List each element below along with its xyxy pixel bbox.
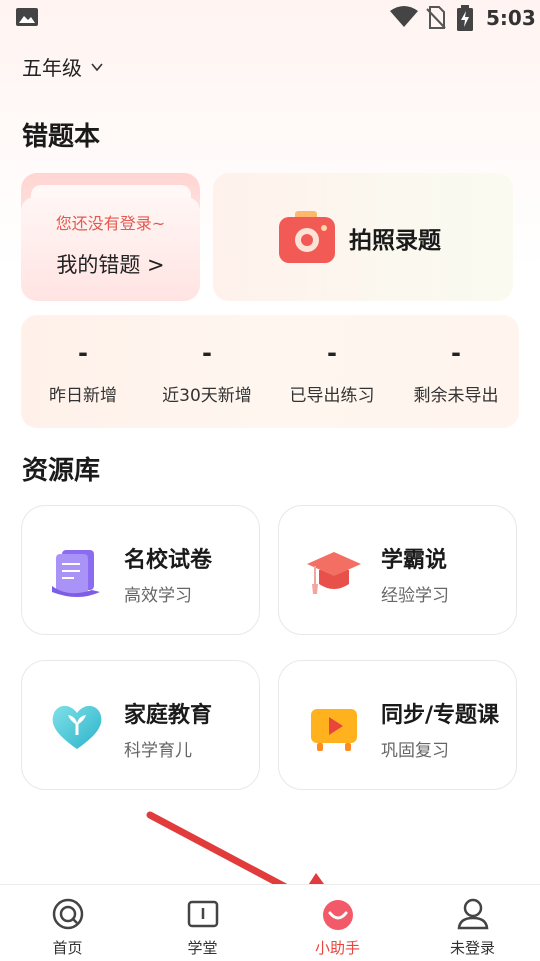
user-icon — [457, 898, 488, 930]
resource-card-family-education[interactable]: 家庭教育 科学育儿 — [21, 660, 260, 790]
tab-home[interactable]: 首页 — [0, 885, 135, 961]
book-icon — [187, 900, 218, 928]
grade-label: 五年级 — [22, 56, 82, 80]
grade-selector[interactable]: 五年级 — [22, 52, 104, 81]
battery-charging-icon — [457, 5, 473, 31]
wifi-icon — [390, 6, 418, 27]
photo-record-label: 拍照录题 — [349, 228, 441, 254]
image-icon — [16, 8, 38, 26]
stat-label: 昨日新增 — [49, 386, 117, 406]
my-mistakes-link[interactable]: 我的错题 > — [21, 249, 200, 279]
resource-title: 家庭教育 — [124, 703, 213, 728]
exam-paper-icon — [52, 550, 100, 597]
tab-classroom[interactable]: 学堂 — [135, 885, 270, 961]
stat-value: - — [327, 339, 337, 367]
resource-card-top-students[interactable]: 学霸说 经验学习 — [278, 505, 517, 635]
resource-subtitle: 经验学习 — [381, 586, 449, 606]
camera-icon — [279, 211, 335, 263]
status-bar: 5:03 — [0, 0, 540, 36]
resource-subtitle: 巩固复习 — [381, 741, 449, 761]
stat-value: - — [78, 339, 88, 367]
login-hint-text: 您还没有登录~ — [55, 214, 166, 233]
no-sim-icon — [426, 6, 446, 29]
bottom-tab-bar: 首页 学堂 小助手 未登录 — [0, 884, 540, 961]
mistakes-section-title: 错题本 — [22, 122, 101, 152]
status-time: 5:03 — [486, 6, 536, 30]
stat-remaining: - 剩余未导出 — [394, 339, 518, 406]
tab-label: 学堂 — [187, 939, 218, 957]
stat-value: - — [202, 339, 212, 367]
stat-yesterday: - 昨日新增 — [21, 339, 145, 406]
resource-title: 学霸说 — [381, 548, 448, 573]
home-icon — [52, 898, 83, 930]
assistant-icon — [322, 900, 353, 930]
mistakes-stats-card: - 昨日新增 - 近30天新增 - 已导出练习 - 剩余未导出 — [21, 315, 519, 428]
resource-subtitle: 高效学习 — [124, 586, 192, 606]
resource-card-sync-courses[interactable]: 同步/专题课 巩固复习 — [278, 660, 517, 790]
tab-profile[interactable]: 未登录 — [405, 885, 540, 961]
stat-value: - — [451, 339, 461, 367]
stat-label: 近30天新增 — [162, 386, 252, 406]
stat-label: 剩余未导出 — [413, 386, 499, 406]
resource-subtitle: 科学育儿 — [124, 741, 192, 761]
stat-exported: - 已导出练习 — [270, 339, 394, 406]
video-play-icon — [311, 709, 357, 751]
tab-label: 未登录 — [449, 939, 495, 957]
stat-last-30-days: - 近30天新增 — [145, 339, 269, 406]
tab-assistant[interactable]: 小助手 — [270, 885, 405, 961]
resource-title: 同步/专题课 — [381, 703, 500, 728]
heart-sprout-icon — [52, 705, 102, 749]
tab-label: 小助手 — [314, 939, 360, 957]
graduation-cap-icon — [307, 552, 361, 594]
my-mistakes-card[interactable]: 您还没有登录~ 我的错题 > — [21, 173, 200, 301]
resource-card-exam-papers[interactable]: 名校试卷 高效学习 — [21, 505, 260, 635]
photo-record-button[interactable]: 拍照录题 — [213, 173, 513, 301]
resources-section-title: 资源库 — [22, 456, 101, 486]
chevron-down-icon — [91, 62, 103, 71]
resource-title: 名校试卷 — [124, 548, 213, 573]
tab-label: 首页 — [52, 939, 83, 957]
stat-label: 已导出练习 — [289, 386, 375, 406]
